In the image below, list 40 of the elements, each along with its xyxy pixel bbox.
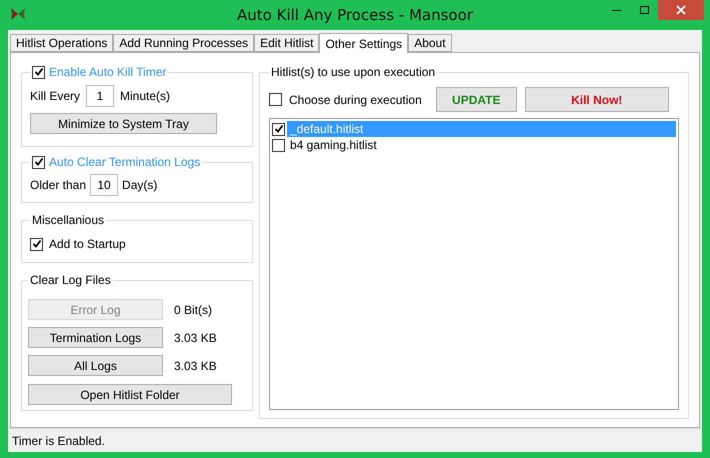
field-label: Kill Every (30, 88, 80, 105)
log-size: 3.03 KB (174, 330, 217, 346)
group-title: Clear Log Files (30, 273, 111, 287)
status-text: Timer is Enabled. (12, 432, 105, 450)
checkbox-label: Add to Startup (49, 236, 126, 253)
checkbox[interactable] (272, 138, 285, 152)
list-item[interactable]: b4 gaming.hitlist (272, 137, 676, 153)
field-label: Older than (30, 177, 86, 194)
close-button[interactable] (658, 0, 704, 20)
checkbox-label: Enable Auto Kill Timer (49, 64, 166, 81)
log-button[interactable]: Termination Logs (28, 327, 163, 348)
checkbox-label: Choose during execution (289, 92, 422, 108)
minutes-field[interactable]: 1 (86, 85, 114, 107)
open-folder-button[interactable]: Open Hitlist Folder (28, 384, 232, 405)
group-title: Miscellanious (32, 213, 104, 227)
tab[interactable]: About (408, 34, 452, 52)
days-field[interactable]: 10 (90, 174, 118, 196)
checkbox[interactable] (32, 66, 45, 78)
group-title: Hitlist(s) to use upon execution (271, 65, 436, 79)
tab[interactable]: Hitlist Operations (10, 34, 114, 52)
tab[interactable]: Edit Hitlist (254, 34, 320, 52)
log-button[interactable]: All Logs (28, 355, 163, 376)
tab[interactable]: Add Running Processes (113, 34, 254, 52)
tab[interactable]: Other Settings (319, 33, 408, 53)
close-icon (676, 5, 686, 15)
log-size: 3.03 KB (174, 358, 217, 374)
window-title: Auto Kill Any Process - Mansoor (237, 4, 473, 26)
item-label: b4 gaming.hitlist (289, 137, 378, 153)
log-size: 0 Bit(s) (174, 302, 212, 318)
unit-label: Minute(s) (120, 88, 170, 105)
checkbox[interactable] (272, 122, 285, 136)
kill-now-button[interactable]: Kill Now! (524, 87, 669, 112)
update-button[interactable]: UPDATE (436, 87, 517, 112)
butterfly-icon (10, 7, 26, 21)
minimize-to-tray-button[interactable]: Minimize to System Tray (30, 113, 217, 134)
checkbox[interactable] (30, 238, 43, 250)
checkbox[interactable] (269, 93, 282, 106)
unit-label: Day(s) (122, 177, 158, 194)
checkbox[interactable] (32, 156, 45, 168)
checkbox-label: Auto Clear Termination Logs (49, 154, 200, 171)
